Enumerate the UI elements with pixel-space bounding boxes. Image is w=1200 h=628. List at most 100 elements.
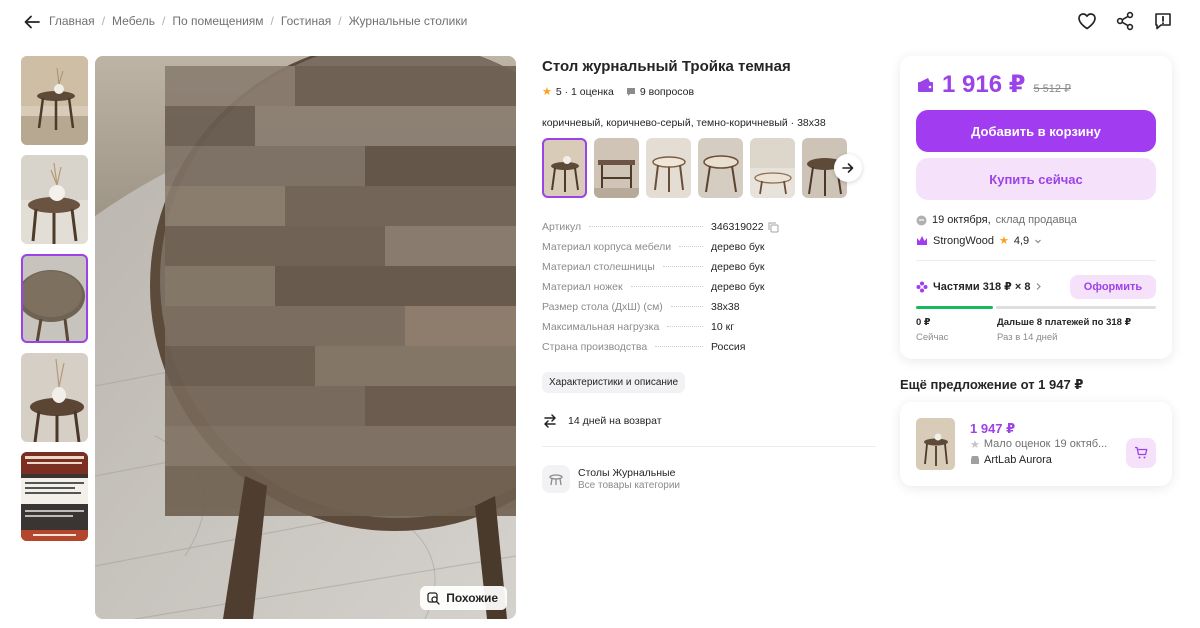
breadcrumb-item-furniture[interactable]: Мебель bbox=[112, 14, 155, 28]
price-row: 1 916 ₽ 5 512 ₽ bbox=[917, 70, 1071, 99]
spec-list: Артикул 346319022 Материал корпуса мебел… bbox=[542, 221, 876, 361]
spec-value: 10 кг bbox=[711, 321, 735, 333]
offer-rating-text: Мало оценок bbox=[983, 438, 1051, 450]
thumbnail-image[interactable] bbox=[21, 56, 88, 145]
breadcrumb: Главная / Мебель / По помещениям / Гостиная / Жу… bbox=[49, 14, 467, 28]
breadcrumb-separator: / bbox=[270, 14, 274, 28]
spec-row: Размер стола (ДхШ) (см) 38х38 bbox=[542, 301, 876, 321]
chevron-down-icon bbox=[1035, 239, 1042, 243]
spec-row: Страна производства Россия bbox=[542, 341, 876, 361]
rating-count[interactable]: · 1 оценка bbox=[565, 86, 614, 98]
pay-later-amount: Дальше 8 платежей по 318 ₽ bbox=[997, 317, 1132, 328]
breadcrumb-separator: / bbox=[101, 14, 106, 28]
spec-value: дерево бук bbox=[711, 281, 765, 293]
divider bbox=[542, 446, 876, 447]
return-icon bbox=[544, 414, 556, 428]
spec-key: Размер стола (ДхШ) (см) bbox=[542, 301, 663, 313]
variant-label: коричневый, коричнево-серый, темно-корич… bbox=[542, 117, 826, 129]
delivery-icon bbox=[916, 215, 927, 225]
delivery-info: 19 октября, склад продавца bbox=[916, 214, 1077, 226]
variant-option[interactable] bbox=[698, 138, 743, 198]
category-link[interactable]: Столы Журнальные Все товары категории bbox=[542, 465, 876, 493]
delivery-source: склад продавца bbox=[995, 214, 1077, 226]
product-info: Стол журнальный Тройка темная ★ 5 · 1 оц… bbox=[542, 56, 876, 493]
rating-row: ★ 5 · 1 оценка 9 вопросов bbox=[542, 85, 876, 99]
spec-row: Материал столешницы дерево бук bbox=[542, 261, 876, 281]
similar-button[interactable]: Похожие bbox=[420, 586, 507, 610]
offer-seller[interactable]: ArtLab Aurora bbox=[970, 454, 1052, 466]
cart-icon bbox=[1135, 446, 1148, 459]
offer-date: 19 октяб... bbox=[1054, 438, 1108, 450]
characteristics-link[interactable]: Характеристики и описание bbox=[542, 372, 686, 393]
offer-card[interactable]: 1 947 ₽ ★ Мало оценок 19 октяб... ArtLab… bbox=[900, 402, 1172, 486]
pay-now-label: Сейчас bbox=[916, 332, 949, 343]
breadcrumb-item-living-room[interactable]: Гостиная bbox=[281, 14, 331, 28]
questions-link[interactable]: 9 вопросов bbox=[626, 86, 694, 98]
thumbnail-image[interactable] bbox=[21, 353, 88, 442]
pay-later: Дальше 8 платежей по 318 ₽ Раз в 14 дней bbox=[997, 317, 1131, 343]
variant-option[interactable] bbox=[750, 138, 795, 198]
question-icon bbox=[626, 87, 635, 96]
offer-image[interactable] bbox=[916, 418, 955, 470]
return-text: 14 дней на возврат bbox=[568, 415, 662, 427]
installments-button[interactable]: Оформить bbox=[1070, 275, 1156, 299]
report-icon[interactable] bbox=[1152, 10, 1174, 32]
variants-next-button[interactable] bbox=[834, 154, 862, 182]
divider bbox=[916, 260, 1156, 261]
spec-value: дерево бук bbox=[711, 241, 765, 253]
star-icon: ★ bbox=[542, 86, 552, 98]
thumbnail-image[interactable] bbox=[21, 155, 88, 244]
spec-key: Страна производства bbox=[542, 341, 648, 353]
buy-now-button[interactable]: Купить сейчас bbox=[916, 158, 1156, 200]
spec-value: 346319022 bbox=[711, 221, 764, 233]
variant-option[interactable] bbox=[594, 138, 639, 198]
spec-key: Артикул bbox=[542, 221, 582, 233]
pay-now: 0 ₽ Сейчас bbox=[916, 317, 948, 343]
star-icon: ★ bbox=[970, 439, 980, 451]
shop-icon bbox=[971, 456, 979, 464]
return-policy: 14 дней на возврат bbox=[542, 413, 876, 429]
chevron-right-icon bbox=[1037, 283, 1042, 290]
top-actions bbox=[1076, 10, 1174, 32]
offer-add-to-cart-button[interactable] bbox=[1126, 438, 1156, 468]
crown-icon bbox=[917, 236, 927, 245]
variant-option[interactable] bbox=[646, 138, 691, 198]
more-offers-title: Ещё предложение от 1 947 ₽ bbox=[900, 377, 1084, 392]
offer-rating: ★ Мало оценок 19 октяб... bbox=[970, 438, 1114, 451]
thumbnail-image[interactable] bbox=[21, 452, 88, 541]
installments-text: Частями 318 ₽ × 8 bbox=[933, 281, 1031, 293]
thumbnail-image-selected[interactable] bbox=[21, 254, 88, 343]
delivery-date: 19 октября, bbox=[932, 214, 991, 226]
thumbnail-list bbox=[21, 56, 88, 551]
spec-key: Материал корпуса мебели bbox=[542, 241, 672, 253]
spec-key: Материал столешницы bbox=[542, 261, 655, 273]
installment-progress bbox=[916, 306, 1156, 309]
star-icon: ★ bbox=[998, 235, 1009, 247]
add-to-cart-button[interactable]: Добавить в корзину bbox=[916, 110, 1156, 152]
rating-value[interactable]: 5 bbox=[556, 86, 562, 98]
variant-option-selected[interactable] bbox=[542, 138, 587, 198]
breadcrumb-item-rooms[interactable]: По помещениям bbox=[172, 14, 263, 28]
back-arrow-icon[interactable] bbox=[22, 12, 42, 32]
copy-icon[interactable] bbox=[768, 222, 779, 233]
old-price: 5 512 ₽ bbox=[1033, 83, 1072, 95]
seller-link[interactable]: StrongWood ★ 4,9 bbox=[916, 234, 1042, 247]
questions-count: 9 вопросов bbox=[639, 85, 695, 98]
share-icon[interactable] bbox=[1114, 10, 1136, 32]
installments-row[interactable]: Частями 318 ₽ × 8 bbox=[916, 280, 1042, 293]
main-product-image[interactable]: Похожие bbox=[95, 56, 516, 619]
spec-value: 38х38 bbox=[711, 301, 740, 313]
spec-row: Максимальная нагрузка 10 кг bbox=[542, 321, 876, 341]
spec-key: Максимальная нагрузка bbox=[542, 321, 660, 333]
wallet-icon bbox=[918, 77, 933, 92]
breadcrumb-item-coffee-tables[interactable]: Журнальные столики bbox=[349, 14, 468, 28]
breadcrumb-item-home[interactable]: Главная bbox=[49, 14, 95, 28]
spec-value: дерево бук bbox=[711, 261, 765, 273]
heart-icon[interactable] bbox=[1076, 10, 1098, 32]
breadcrumb-separator: / bbox=[161, 14, 166, 28]
price: 1 916 ₽ bbox=[942, 71, 1026, 98]
progress-paid bbox=[916, 306, 993, 309]
progress-remaining bbox=[996, 306, 1156, 309]
similar-label: Похожие bbox=[446, 591, 498, 605]
spec-row: Материал корпуса мебели дерево бук bbox=[542, 241, 876, 261]
